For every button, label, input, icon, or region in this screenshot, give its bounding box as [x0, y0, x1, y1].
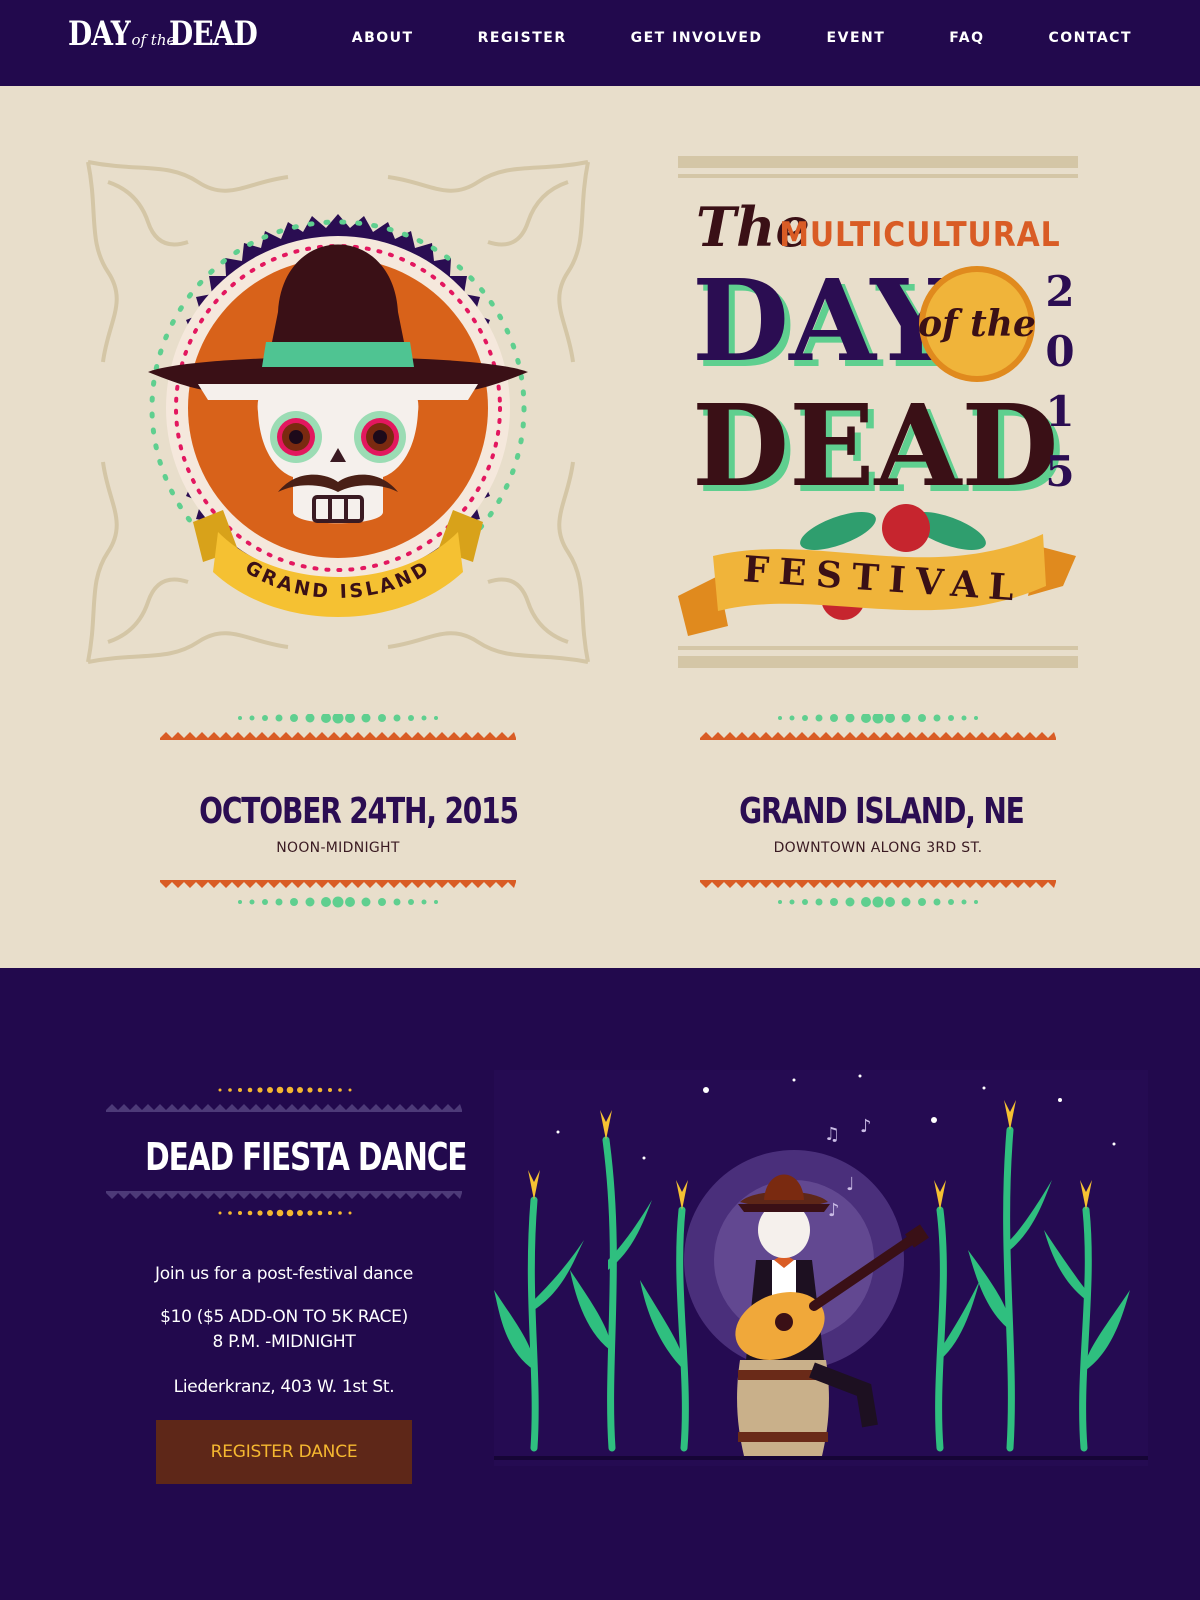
poster-year-digit-3: 1: [1045, 387, 1074, 436]
decorative-divider-top: [160, 712, 516, 740]
nav-item-event[interactable]: EVENT: [827, 30, 886, 46]
dance-price: $10 ($5 ADD-ON TO 5K RACE): [160, 1307, 408, 1327]
decorative-divider-bottom: [700, 880, 1056, 908]
dance-venue: Liederkranz, 403 W. 1st St.: [173, 1377, 395, 1397]
nav-item-get-involved[interactable]: GET INVOLVED: [631, 30, 763, 46]
nav-menu: ABOUT REGISTER GET INVOLVED EVENT FAQ CO…: [352, 30, 1132, 46]
poster-dead: DEAD: [692, 381, 1059, 512]
dance-section: DEAD FIESTA DANCE Join us for a post-fes…: [0, 968, 1200, 1600]
poster-of-the: of the: [918, 303, 1036, 345]
nav-item-faq[interactable]: FAQ: [949, 30, 984, 46]
poster-year-digit-1: 2: [1045, 267, 1074, 316]
event-location-detail: DOWNTOWN ALONG 3RD ST.: [773, 840, 983, 856]
dance-time: 8 P.M. -MIDNIGHT: [212, 1332, 356, 1352]
poster-year-digit-2: 0: [1045, 327, 1074, 376]
event-location: GRAND ISLAND, NE: [739, 791, 1025, 832]
decorative-divider-top: [106, 1086, 462, 1112]
register-dance-button[interactable]: REGISTER DANCE: [156, 1420, 412, 1484]
event-time: NOON-MIDNIGHT: [276, 840, 400, 856]
event-date-block: OCTOBER 24TH, 2015 NOON-MIDNIGHT: [160, 712, 519, 913]
skeleton-guitarist-illustration: ♫ ♪ ♩ ♪: [494, 1070, 1148, 1466]
event-date: OCTOBER 24TH, 2015: [199, 791, 519, 832]
logo-word-dead: DEAD: [169, 14, 258, 54]
poster-rose: [882, 504, 930, 552]
site-logo[interactable]: DAY of the DEAD: [68, 14, 277, 64]
festival-poster-illustration: The MULTICULTURAL DAY DAY of the DEAD DE…: [678, 156, 1078, 668]
nav-item-about[interactable]: ABOUT: [352, 30, 414, 46]
logo-word-day: DAY: [68, 14, 131, 54]
poster-multicultural: MULTICULTURAL: [779, 214, 1060, 254]
svg-text:♪: ♪: [860, 1116, 872, 1137]
nav-item-contact[interactable]: CONTACT: [1048, 30, 1132, 46]
top-nav: DAY of the DEAD ABOUT REGISTER GET INVOL…: [0, 0, 1200, 86]
poster-border-top: [678, 156, 1078, 168]
dance-intro: Join us for a post-festival dance: [155, 1264, 413, 1284]
svg-text:♫: ♫: [824, 1124, 840, 1145]
nav-item-register[interactable]: REGISTER: [478, 30, 567, 46]
sugar-skull-badge-illustration: GRAND ISLAND: [86, 160, 590, 664]
svg-text:♪: ♪: [828, 1200, 840, 1221]
dance-title: DEAD FIESTA DANCE: [145, 1135, 467, 1179]
poster-day: DAY: [692, 256, 951, 387]
hero-section: GRAND ISLAND The MULTICULTURAL DAY DAY o…: [0, 86, 1200, 968]
event-location-block: GRAND ISLAND, NE DOWNTOWN ALONG 3RD ST.: [700, 712, 1056, 913]
svg-text:♩: ♩: [846, 1174, 855, 1195]
poster-border-bottom: [678, 656, 1078, 668]
decorative-divider-top: [700, 712, 1056, 740]
decorative-divider-bottom: [106, 1191, 462, 1217]
dance-info: DEAD FIESTA DANCE Join us for a post-fes…: [106, 1086, 468, 1484]
poster-year-digit-4: 5: [1045, 447, 1074, 496]
decorative-divider-bottom: [160, 880, 516, 908]
